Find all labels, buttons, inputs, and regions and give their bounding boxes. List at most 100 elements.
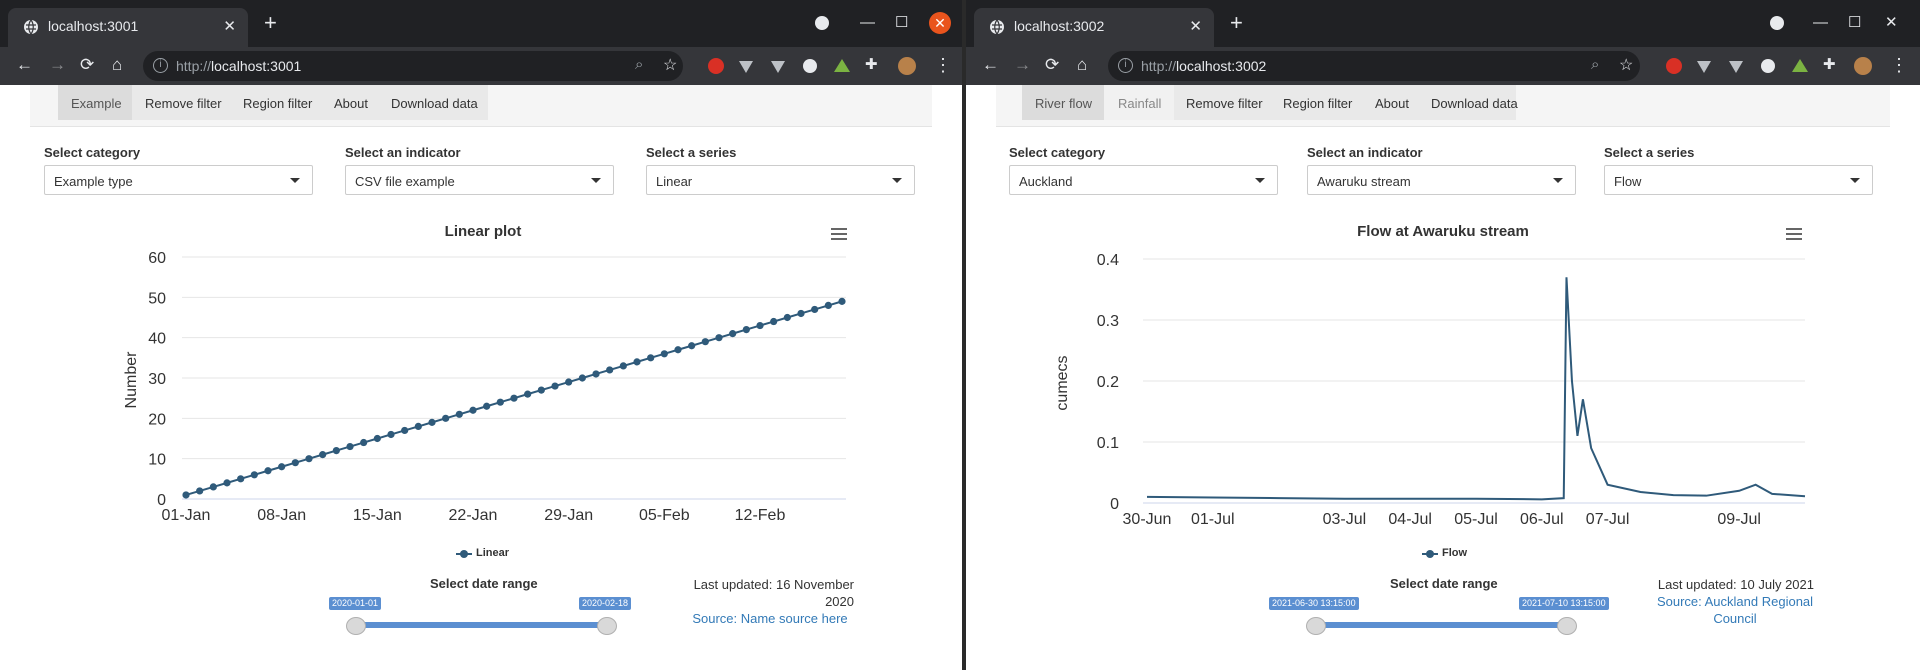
data-point: [715, 334, 723, 342]
data-point: [537, 386, 545, 394]
close-tab-icon[interactable]: ✕: [223, 17, 236, 35]
extension-tree-icon[interactable]: [834, 59, 850, 72]
legend-marker: [460, 550, 468, 558]
menu-kebab-icon[interactable]: ⋮: [1890, 55, 1908, 75]
browser-tab[interactable]: localhost:3001 ✕: [8, 8, 248, 47]
data-point: [674, 346, 682, 354]
zoom-icon[interactable]: ⌕: [635, 56, 643, 73]
new-tab-icon[interactable]: +: [264, 12, 277, 34]
y-tick-label: 30: [148, 371, 166, 388]
browser-tab[interactable]: localhost:3002 ✕: [974, 8, 1214, 47]
range-end-handle[interactable]: [597, 617, 617, 635]
data-point: [237, 475, 245, 483]
data-point: [619, 362, 627, 370]
address-bar[interactable]: i http://localhost:3002 ⌕ ☆: [1108, 51, 1640, 81]
reload-icon[interactable]: ⟳: [1045, 55, 1059, 75]
minimize-icon[interactable]: —: [1813, 13, 1828, 33]
close-tab-icon[interactable]: ✕: [1189, 17, 1202, 35]
extension-stop-icon[interactable]: [708, 58, 724, 74]
reload-icon[interactable]: ⟳: [80, 55, 94, 75]
extension-stop-icon[interactable]: [1666, 58, 1682, 74]
x-tick-label: 12-Feb: [735, 507, 786, 524]
tab-search-button[interactable]: [1770, 16, 1784, 30]
bookmark-star-icon[interactable]: ☆: [1619, 55, 1633, 75]
x-tick-label: 15-Jan: [353, 507, 402, 524]
data-point: [729, 330, 737, 338]
tab-search-button[interactable]: [815, 16, 829, 30]
new-tab-icon[interactable]: +: [1230, 12, 1243, 34]
date-range-title: Select date range: [1390, 576, 1498, 591]
back-icon[interactable]: ←: [16, 55, 33, 75]
data-point: [483, 402, 491, 410]
data-point: [414, 422, 422, 430]
home-icon[interactable]: ⌂: [112, 55, 122, 75]
avatar[interactable]: [898, 57, 916, 75]
extension-v-alt-icon[interactable]: [1729, 61, 1743, 73]
data-point: [565, 378, 573, 386]
date-range-track[interactable]: [1316, 622, 1566, 628]
maximize-icon[interactable]: ☐: [1848, 13, 1861, 33]
last-updated: Last updated: 10 July 2021: [1657, 577, 1814, 592]
extension-tree-icon[interactable]: [1792, 59, 1808, 72]
forward-icon[interactable]: →: [49, 55, 66, 75]
data-point: [401, 426, 409, 435]
data-point: [360, 438, 368, 447]
data-point: [811, 305, 819, 314]
data-point: [182, 491, 190, 499]
data-point: [264, 467, 272, 475]
tab-strip: localhost:3002 ✕ + — ☐ ✕: [966, 0, 1920, 47]
range-start-handle[interactable]: [346, 617, 366, 635]
extensions-puzzle-icon[interactable]: ✚: [865, 55, 878, 75]
close-window-icon[interactable]: ✕: [929, 12, 951, 34]
x-tick-label: 05-Jul: [1454, 511, 1498, 528]
legend-label: Linear: [476, 547, 510, 559]
extension-v-icon[interactable]: [1697, 61, 1711, 73]
data-point: [838, 297, 846, 305]
menu-kebab-icon[interactable]: ⋮: [934, 55, 952, 75]
range-start-handle[interactable]: [1306, 617, 1326, 635]
y-tick-label: 60: [148, 250, 166, 267]
x-tick-label: 09-Jul: [1717, 511, 1761, 528]
extension-circle-icon[interactable]: [803, 59, 817, 73]
y-tick-label: 20: [148, 411, 166, 428]
data-point: [209, 483, 217, 491]
x-tick-label: 01-Jul: [1191, 511, 1235, 528]
range-end-tag: 2021-07-10 13:15:00: [1519, 597, 1609, 610]
y-tick-label: 0.3: [1097, 313, 1119, 330]
extensions-puzzle-icon[interactable]: ✚: [1823, 55, 1836, 75]
extension-v-alt-icon[interactable]: [771, 61, 785, 73]
data-point: [824, 301, 832, 309]
data-point: [660, 350, 668, 358]
address-bar[interactable]: i http://localhost:3001 ⌕ ☆: [143, 51, 683, 81]
extension-v-icon[interactable]: [739, 61, 753, 73]
x-tick-label: 08-Jan: [257, 507, 306, 524]
data-point: [278, 463, 286, 471]
data-point: [319, 451, 327, 459]
tab-title: localhost:3002: [1014, 18, 1105, 34]
range-end-handle[interactable]: [1557, 617, 1577, 635]
site-info-icon[interactable]: i: [153, 58, 168, 73]
minimize-icon[interactable]: —: [860, 13, 875, 33]
maximize-icon[interactable]: ☐: [895, 13, 908, 33]
data-point: [332, 447, 340, 455]
y-tick-label: 0.4: [1097, 252, 1119, 269]
source-link[interactable]: Source: Auckland Regional Council: [1652, 593, 1818, 627]
back-icon[interactable]: ←: [982, 55, 999, 75]
zoom-icon[interactable]: ⌕: [1591, 56, 1599, 73]
data-point: [469, 406, 477, 414]
x-tick-label: 05-Feb: [639, 507, 690, 524]
forward-icon[interactable]: →: [1014, 55, 1031, 75]
site-info-icon[interactable]: i: [1118, 58, 1133, 73]
legend-label: Flow: [1442, 547, 1468, 559]
date-range-track[interactable]: [356, 622, 606, 628]
source-link[interactable]: Source: Name source here: [686, 610, 854, 627]
close-window-icon[interactable]: ✕: [1885, 13, 1898, 33]
bookmark-star-icon[interactable]: ☆: [663, 55, 677, 75]
y-tick-label: 0: [1110, 496, 1119, 513]
data-point: [250, 471, 258, 479]
avatar[interactable]: [1854, 57, 1872, 75]
extension-circle-icon[interactable]: [1761, 59, 1775, 73]
data-point: [797, 309, 805, 318]
home-icon[interactable]: ⌂: [1077, 55, 1087, 75]
data-point: [196, 487, 204, 495]
